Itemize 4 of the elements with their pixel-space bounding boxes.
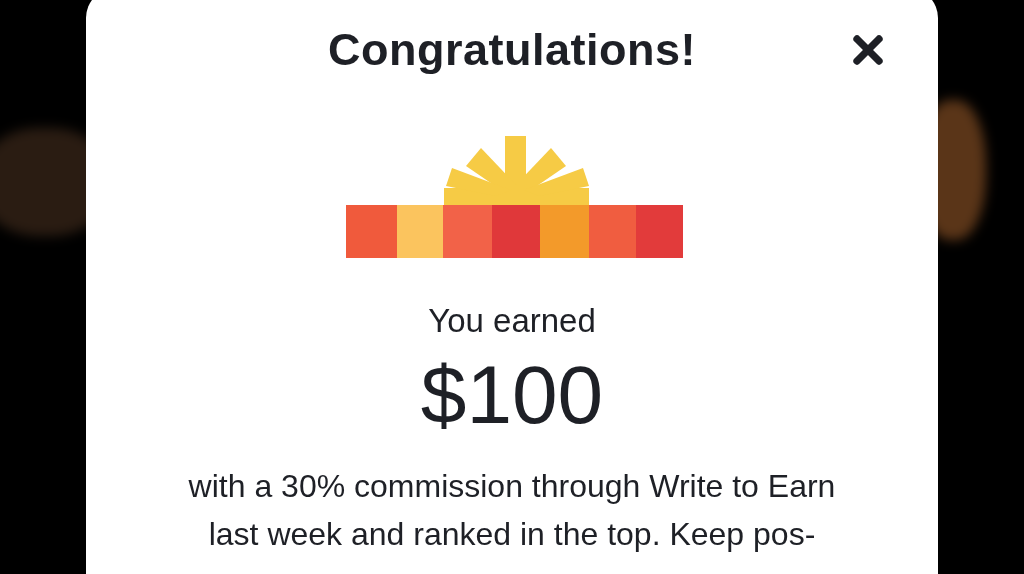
earned-label: You earned (428, 302, 596, 340)
dialog-title: Congratulations! (328, 24, 696, 76)
earned-amount: $100 (420, 350, 604, 441)
reward-message: with a 30% commission through Write to Earn last week and ranked in the top. Keep pos- (188, 467, 836, 555)
